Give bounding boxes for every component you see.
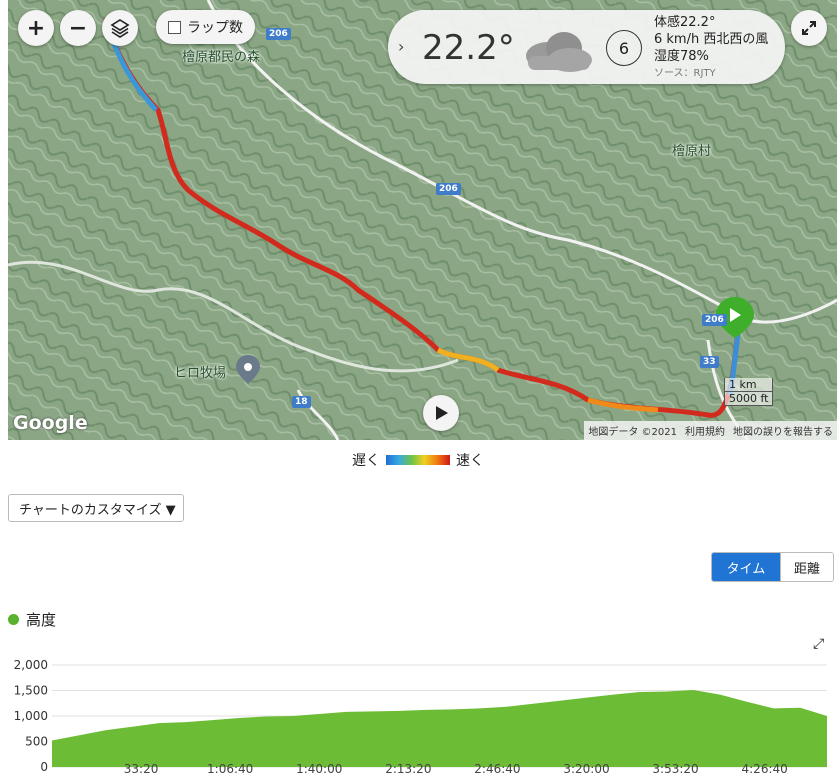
checkbox-icon bbox=[168, 20, 181, 34]
chart-title: 高度 bbox=[8, 609, 56, 630]
y-tick-label: 500 bbox=[25, 735, 48, 749]
weather-details: 体感22.2° 6 km/h 西北西の風 湿度78% ソース：RJTY bbox=[654, 14, 768, 82]
x-tick-label: 3:20:00 bbox=[563, 762, 609, 775]
feels-like: 体感22.2° bbox=[654, 15, 716, 30]
y-tick-label: 1,000 bbox=[14, 709, 48, 723]
x-tick-label: 1:06:40 bbox=[207, 762, 253, 775]
minus-icon: − bbox=[68, 15, 88, 41]
layers-button[interactable] bbox=[102, 10, 138, 46]
legend-slow-label: 遅く bbox=[352, 453, 380, 469]
weather-panel[interactable]: › 22.2° 6 体感22.2° 6 km/h 西北西の風 湿度78% ソース… bbox=[388, 10, 785, 84]
elevation-chart[interactable]: 2,000 1,500 1,000 500 0 33:20 1:06:40 1:40:00 2:… bbox=[0, 650, 837, 775]
x-tick-label: 2:13:20 bbox=[385, 762, 431, 775]
road-badge-206-top: 206 bbox=[266, 28, 291, 40]
cloud-icon bbox=[526, 32, 592, 72]
lap-label: ラップ数 bbox=[187, 20, 243, 36]
scale-ft: 5000 ft bbox=[724, 392, 774, 406]
terms-link[interactable]: 利用規約 bbox=[685, 423, 725, 438]
wind-direction-icon: 6 bbox=[606, 30, 642, 66]
chart-title-label: 高度 bbox=[26, 611, 57, 629]
speed-gradient-bar bbox=[386, 455, 450, 465]
time-tab-label: タイム bbox=[726, 561, 766, 577]
customize-chart-dropdown[interactable]: チャートのカスタマイズ ▼ bbox=[8, 494, 184, 522]
report-error-link[interactable]: 地図の誤りを報告する bbox=[733, 423, 833, 438]
scale-km: 1 km bbox=[724, 378, 774, 392]
place-label-village: 檜原村 bbox=[672, 144, 712, 159]
x-tick-label: 4:26:40 bbox=[742, 762, 788, 775]
zoom-in-button[interactable]: + bbox=[18, 10, 54, 46]
speed-legend: 遅く 速く bbox=[352, 450, 484, 470]
map-scale: 1 km 5000 ft bbox=[724, 378, 774, 406]
plus-icon: + bbox=[26, 15, 46, 41]
distance-tab[interactable]: 距離 bbox=[780, 553, 833, 581]
weather-source: ソース：RJTY bbox=[654, 68, 716, 79]
legend-fast-label: 速く bbox=[456, 453, 484, 469]
time-tab[interactable]: タイム bbox=[712, 553, 780, 581]
road-badge-33: 33 bbox=[700, 356, 719, 368]
place-label-ranch: ヒロ牧場 bbox=[174, 366, 227, 381]
x-tick-label: 33:20 bbox=[124, 762, 159, 775]
map-attribution: 地図データ ©2021 利用規約 地図の誤りを報告する bbox=[584, 421, 837, 440]
x-tick-label: 1:40:00 bbox=[296, 762, 342, 775]
humidity: 湿度78% bbox=[654, 49, 709, 64]
time-distance-toggle[interactable]: タイム 距離 bbox=[711, 552, 834, 582]
wind-speed-value: 6 bbox=[618, 38, 630, 58]
customize-chart-label: チャートのカスタマイズ ▼ bbox=[19, 502, 176, 518]
road-badge-18: 18 bbox=[292, 396, 311, 408]
wind-text: 6 km/h 西北西の風 bbox=[654, 32, 769, 47]
route-map[interactable]: + − ラップ数 › 22.2° 6 体感22.2° 6 km/h 西北西の風 … bbox=[8, 0, 837, 440]
zoom-out-button[interactable]: − bbox=[60, 10, 96, 46]
chevron-right-icon[interactable]: › bbox=[398, 37, 404, 56]
elevation-area bbox=[52, 690, 827, 767]
series-dot bbox=[8, 614, 19, 625]
y-tick-label: 0 bbox=[40, 760, 48, 774]
fullscreen-icon bbox=[802, 21, 816, 35]
play-button[interactable] bbox=[423, 395, 459, 431]
lap-checkbox[interactable]: ラップ数 bbox=[156, 10, 255, 44]
play-icon bbox=[436, 406, 448, 420]
road-badge-206-mid: 206 bbox=[436, 183, 461, 195]
road-badge-206-right: 206 bbox=[702, 314, 727, 326]
x-tick-label: 3:53:20 bbox=[652, 762, 698, 775]
attribution-data: 地図データ ©2021 bbox=[588, 427, 677, 438]
layers-icon bbox=[110, 19, 130, 38]
y-tick-label: 1,500 bbox=[14, 684, 48, 698]
distance-tab-label: 距離 bbox=[793, 561, 820, 577]
google-logo: Google bbox=[13, 412, 88, 434]
fullscreen-button[interactable] bbox=[791, 10, 827, 46]
y-tick-label: 2,000 bbox=[14, 658, 48, 672]
x-tick-label: 2:46:40 bbox=[474, 762, 520, 775]
place-label-top: 檜原都民の森 bbox=[182, 50, 261, 65]
temperature: 22.2° bbox=[422, 28, 515, 68]
